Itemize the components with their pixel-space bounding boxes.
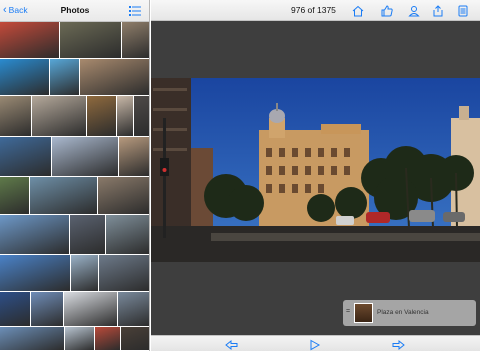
photo-thumbnail[interactable]: [0, 137, 52, 177]
photo-thumbnail[interactable]: [0, 96, 32, 137]
photo-thumbnail[interactable]: [134, 96, 149, 137]
photo-thumbnail[interactable]: [0, 327, 65, 351]
photo-thumbnail[interactable]: [117, 96, 134, 137]
previous-arrow-icon[interactable]: [225, 338, 239, 351]
photo-thumbnail[interactable]: [0, 22, 60, 59]
caption-thumbnail: [354, 303, 373, 323]
thumbnail-row: [0, 96, 149, 137]
photo-viewer: 976 of 1375 = Plaza en Valencia: [151, 0, 480, 351]
photo-thumbnail[interactable]: [65, 327, 95, 351]
photo-thumbnail[interactable]: [119, 137, 149, 177]
caption-prefix: =: [346, 308, 351, 315]
photo-counter: 976 of 1375: [291, 5, 336, 15]
left-navigation-bar: ‹ Back Photos: [0, 0, 149, 22]
photo-thumbnail[interactable]: [95, 327, 121, 351]
thumbnail-row: [0, 137, 149, 177]
main-photo[interactable]: [151, 78, 480, 262]
home-icon[interactable]: [352, 4, 364, 17]
thumbnail-grid: [0, 22, 149, 351]
share-icon[interactable]: [432, 4, 444, 17]
photo-thumbnail[interactable]: [0, 255, 71, 292]
photo-thumbnail[interactable]: [0, 215, 70, 255]
photo-thumbnail[interactable]: [64, 292, 118, 327]
photo-thumbnail[interactable]: [71, 255, 99, 292]
thumbnail-row: [0, 327, 149, 351]
caption-text: Plaza en Valencia: [377, 309, 429, 316]
photo-thumbnail[interactable]: [87, 96, 117, 137]
photo-thumbnail[interactable]: [106, 215, 149, 255]
photo-thumbnail[interactable]: [30, 177, 98, 215]
playback-bar: [151, 335, 480, 351]
photo-thumbnail[interactable]: [50, 59, 80, 96]
thumbs-up-icon[interactable]: [381, 4, 393, 17]
thumbnail-row: [0, 215, 149, 255]
play-icon[interactable]: [308, 338, 322, 351]
photo-thumbnail[interactable]: [122, 22, 149, 59]
thumbnail-row: [0, 255, 149, 292]
pane-title: Photos: [60, 5, 90, 15]
info-icon[interactable]: [457, 4, 469, 17]
photo-thumbnail[interactable]: [98, 177, 149, 215]
photo-browser-app: ‹ Back Photos 976 of 1375 = Plaza en Val…: [0, 0, 480, 351]
thumbnail-row: [0, 177, 149, 215]
photo-thumbnail[interactable]: [0, 177, 30, 215]
photo-thumbnail[interactable]: [118, 292, 149, 327]
photo-caption-card[interactable]: = Plaza en Valencia: [343, 300, 476, 326]
photo-thumbnail[interactable]: [32, 96, 87, 137]
viewer-toolbar: 976 of 1375: [151, 0, 480, 21]
thumbnail-row: [0, 59, 149, 96]
thumbnail-row: [0, 292, 149, 327]
thumbnail-pane: ‹ Back Photos: [0, 0, 150, 351]
photo-thumbnail[interactable]: [31, 292, 64, 327]
photo-thumbnail[interactable]: [52, 137, 119, 177]
photo-thumbnail[interactable]: [121, 327, 149, 351]
photo-thumbnail[interactable]: [0, 59, 50, 96]
photo-thumbnail[interactable]: [70, 215, 106, 255]
person-icon[interactable]: [408, 4, 420, 17]
list-icon[interactable]: [129, 4, 141, 16]
photo-thumbnail[interactable]: [60, 22, 122, 59]
next-arrow-icon[interactable]: [391, 338, 405, 351]
photo-thumbnail[interactable]: [99, 255, 149, 292]
thumbnail-row: [0, 22, 149, 59]
photo-thumbnail[interactable]: [0, 292, 31, 327]
photo-thumbnail[interactable]: [80, 59, 149, 96]
